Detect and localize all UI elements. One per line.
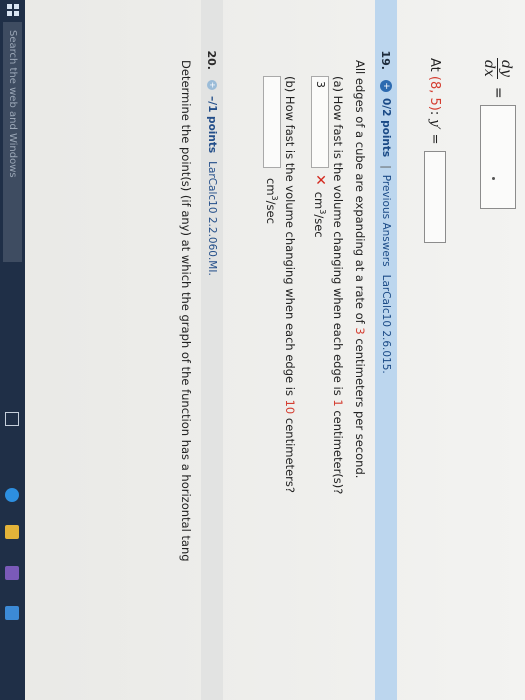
question-20-header: 20. + –/1 points LarCalc10 2.2.060.MI. — [201, 0, 223, 700]
question-19-header: 19. + 0/2 points | Previous Answers LarC… — [375, 0, 397, 700]
part-b-suffix: centimeters? — [283, 414, 297, 493]
unit-base: cm — [312, 191, 327, 210]
question-source-link[interactable]: LarCalc10 2.2.060.MI. — [206, 161, 218, 276]
part-a-unit: cm3/sec — [313, 192, 328, 238]
screen: dy dx = At (8, 5) : y′ = 19. + 0/2 point… — [0, 0, 525, 700]
part-b-answer-row: cm3/sec — [263, 76, 281, 224]
previous-answers-link[interactable]: Previous Answers — [380, 175, 392, 267]
task-view-icon[interactable] — [5, 412, 19, 426]
at-label: At — [427, 58, 443, 72]
statement-end: centimeters per second. — [353, 334, 367, 479]
question-19-statement: All edges of a cube are expanding at a r… — [353, 60, 367, 478]
part-b-question: (b) How fast is the volume changing when… — [283, 76, 297, 493]
unit-tail: /sec — [264, 200, 279, 224]
part-a-suffix: centimeter(s)? — [331, 406, 345, 495]
part-a-answer-input[interactable]: 3 — [311, 76, 329, 168]
expand-icon[interactable]: + — [380, 80, 392, 92]
store-icon[interactable] — [5, 566, 19, 580]
part-a-question: (a) How fast is the volume changing when… — [331, 76, 345, 494]
part-a-prefix: (a) How fast is the volume changing when… — [331, 76, 345, 400]
file-explorer-icon[interactable] — [5, 525, 19, 539]
question-source-link[interactable]: LarCalc10 2.6.015. — [380, 275, 392, 374]
taskbar: Search the web and Windows — [0, 0, 25, 700]
y-prime-label: y′ = — [427, 119, 443, 145]
fraction-denominator: dx — [481, 60, 498, 77]
part-a-answer-row: 3 ✕ cm3/sec — [311, 76, 329, 238]
points-label: 0/2 points — [380, 98, 392, 158]
incorrect-x-icon: ✕ — [312, 174, 328, 186]
derivative-answer-input[interactable] — [480, 104, 516, 209]
question-number: 20. — [205, 50, 219, 71]
part-a-edge-value: 1 — [331, 399, 345, 407]
fraction-numerator: dy — [497, 58, 515, 79]
app-icon[interactable] — [5, 606, 19, 620]
equals-sign: = — [490, 86, 506, 99]
y-prime-answer-input[interactable] — [424, 150, 446, 243]
rate-value: 3 — [353, 327, 367, 335]
at-point-value: (8, 5) — [427, 75, 443, 111]
expand-icon[interactable]: + — [207, 80, 217, 90]
derivative-answer-row: dy dx = — [477, 58, 519, 209]
unit-tail: /sec — [312, 214, 327, 238]
text-cursor — [492, 176, 495, 180]
edge-browser-icon[interactable] — [5, 488, 19, 502]
part-b-prefix: (b) How fast is the volume changing when… — [283, 76, 297, 400]
question-number: 19. — [379, 50, 393, 71]
statement-start: All edges of a cube are expanding at a r… — [353, 60, 367, 328]
part-b-unit: cm3/sec — [265, 178, 280, 224]
unit-base: cm — [264, 178, 279, 196]
points-label: –/1 points — [206, 96, 218, 154]
separator: | — [380, 165, 392, 169]
part-b-edge-value: 10 — [283, 399, 297, 415]
taskbar-search-input[interactable]: Search the web and Windows — [3, 22, 22, 262]
derivative-fraction: dy dx — [482, 58, 515, 79]
part-b-answer-input[interactable] — [263, 76, 281, 168]
question-20-statement: Determine the point(s) (if any) at which… — [179, 60, 193, 562]
at-colon: : — [427, 110, 443, 116]
point-answer-row: At (8, 5) : y′ = — [423, 58, 447, 243]
windows-start-icon[interactable] — [7, 4, 19, 16]
